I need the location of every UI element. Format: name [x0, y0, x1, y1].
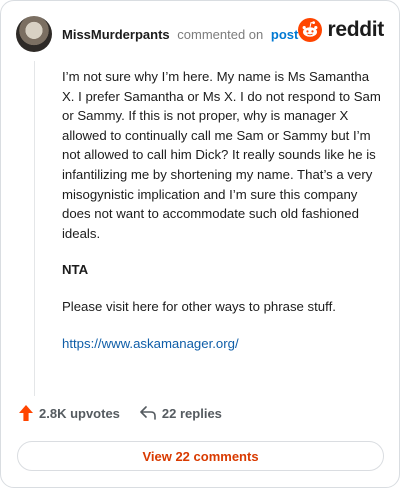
comment-header: MissMurderpants commented on post reddit [16, 16, 384, 52]
thread-line [34, 61, 35, 396]
upvote-count: 2.8K upvotes [39, 405, 120, 421]
comment-paragraph: Please visit here for other ways to phra… [62, 298, 336, 314]
comment-body: I’m not sure why I’m here. My name is Ms… [62, 67, 382, 370]
view-comments-button[interactable]: View 22 comments [17, 441, 384, 471]
upvote-button[interactable]: 2.8K upvotes [19, 405, 120, 421]
comment-paragraph: I’m not sure why I’m here. My name is Ms… [62, 69, 381, 241]
comment-card: MissMurderpants commented on post reddit… [0, 0, 400, 488]
post-link[interactable]: post [271, 27, 298, 42]
comment-verdict: NTA [62, 262, 89, 278]
action-text: commented on [177, 26, 264, 42]
comment-footer: 2.8K upvotes 22 replies [19, 405, 242, 421]
comment-link[interactable]: https://www.askamanager.org/ [62, 336, 239, 351]
reddit-logo[interactable]: reddit [298, 18, 384, 42]
reddit-logo-icon [298, 18, 323, 42]
reddit-wordmark: reddit [327, 18, 384, 41]
avatar[interactable] [16, 16, 52, 52]
replies-button[interactable]: 22 replies [140, 406, 222, 421]
username[interactable]: MissMurderpants [62, 27, 170, 42]
reply-arrow-icon [140, 406, 156, 420]
upvote-arrow-icon [19, 405, 33, 421]
header-text: MissMurderpants commented on post [62, 27, 298, 42]
replies-count: 22 replies [161, 405, 222, 421]
